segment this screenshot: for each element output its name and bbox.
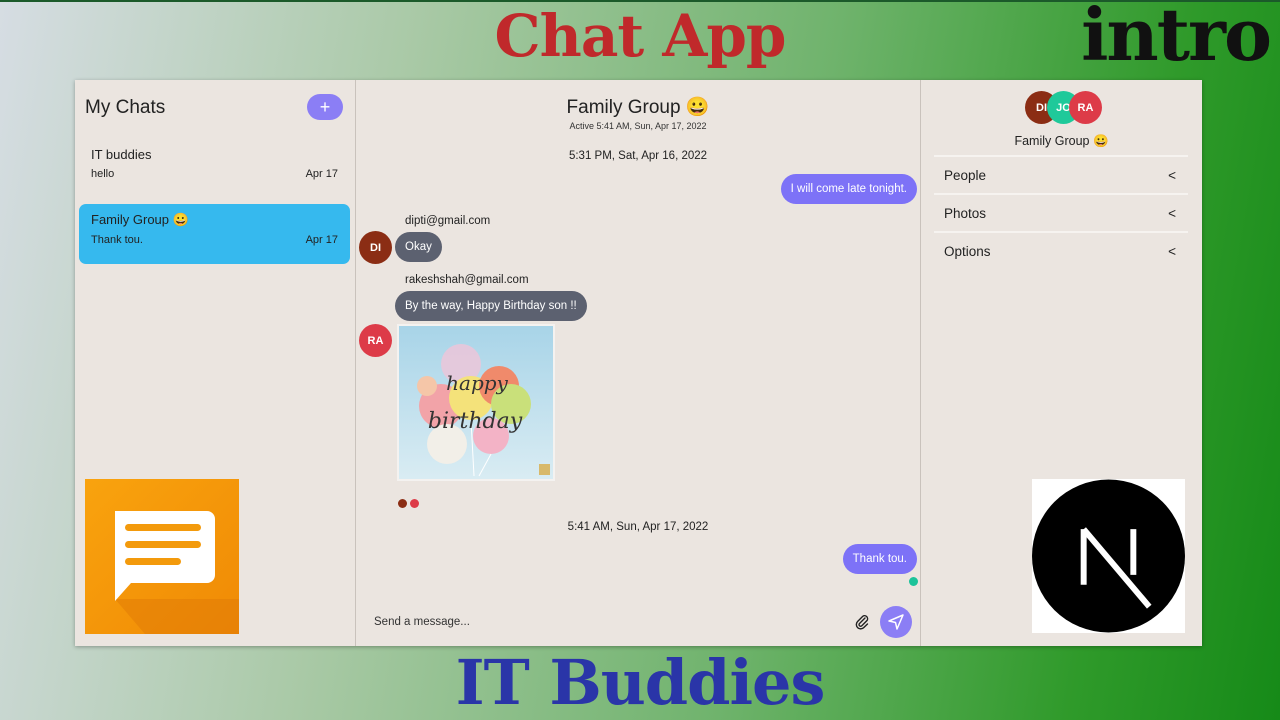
- conversation-status: Active 5:41 AM, Sun, Apr 17, 2022: [569, 121, 707, 131]
- menu-item-label: People: [944, 167, 987, 183]
- menu-item-label: Photos: [944, 205, 987, 221]
- chat-app-window: My Chats + IT buddies hello Apr 17 Famil…: [75, 80, 1202, 646]
- conversation-panel: Family Group 😀 Active 5:41 AM, Sun, Apr …: [356, 80, 921, 646]
- outgoing-message[interactable]: Thank tou.: [842, 544, 917, 574]
- date-separator: 5:31 PM, Sat, Apr 16, 2022: [568, 150, 708, 162]
- birthday-image[interactable]: happy birthday: [397, 324, 555, 481]
- incoming-message[interactable]: By the way, Happy Birthday son !!: [395, 291, 587, 321]
- group-details-menu: People < Photos < Options <: [934, 155, 1188, 269]
- group-details-panel: DI JO RA Family Group 😀 People < Photos …: [921, 80, 1202, 646]
- typing-dot: [398, 499, 407, 508]
- chat-item-it-buddies[interactable]: IT buddies hello Apr 17: [79, 139, 350, 199]
- date-separator: 5:41 AM, Sun, Apr 17, 2022: [567, 521, 709, 533]
- chat-list-header: My Chats +: [75, 80, 355, 120]
- chat-item-last-message: hello: [91, 168, 115, 180]
- chat-item-date: Apr 17: [305, 168, 338, 180]
- nextjs-logo: [1032, 479, 1185, 633]
- menu-item-options[interactable]: Options <: [934, 231, 1188, 269]
- typing-dot: [410, 499, 419, 508]
- chat-item-name: IT buddies: [91, 147, 152, 162]
- outgoing-message[interactable]: I will come late tonight.: [780, 174, 917, 204]
- chevron-left-icon: <: [1168, 167, 1176, 183]
- message-sender: dipti@gmail.com: [405, 215, 491, 227]
- message-composer: [356, 598, 920, 646]
- group-avatar-stack: DI JO RA: [1025, 91, 1105, 124]
- typing-indicator: [398, 499, 419, 508]
- image-text-birthday: birthday: [428, 409, 523, 434]
- my-chats-heading: My Chats: [85, 97, 166, 118]
- group-name: Family Group 😀: [1014, 134, 1109, 148]
- chat-item-date: Apr 17: [305, 234, 338, 246]
- chat-item-family-group[interactable]: Family Group 😀 Thank tou. Apr 17: [79, 204, 350, 264]
- message-input[interactable]: [374, 616, 854, 628]
- avatar[interactable]: RA: [359, 324, 392, 357]
- send-icon: [888, 614, 904, 630]
- image-text-happy: happy: [446, 371, 508, 395]
- chevron-left-icon: <: [1168, 205, 1176, 221]
- conversation-title: Family Group 😀: [566, 97, 710, 118]
- chevron-left-icon: <: [1168, 243, 1176, 259]
- new-chat-button[interactable]: +: [307, 94, 343, 120]
- paperclip-icon[interactable]: [854, 614, 870, 630]
- seen-indicator: [909, 577, 918, 586]
- menu-item-people[interactable]: People <: [934, 155, 1188, 193]
- chat-item-name: Family Group 😀: [91, 212, 189, 227]
- message-sender: rakeshshah@gmail.com: [405, 274, 529, 286]
- messages-app-logo: [85, 479, 239, 634]
- incoming-message[interactable]: Okay: [395, 232, 442, 262]
- overlay-intro-text: intro: [1081, 0, 1272, 77]
- menu-item-label: Options: [944, 243, 991, 259]
- chat-item-last-message: Thank tou.: [91, 234, 143, 246]
- chat-list-panel: My Chats + IT buddies hello Apr 17 Famil…: [75, 80, 356, 646]
- send-button[interactable]: [880, 606, 912, 638]
- overlay-subtitle: IT Buddies: [455, 646, 826, 719]
- avatar[interactable]: DI: [359, 231, 392, 264]
- menu-item-photos[interactable]: Photos <: [934, 193, 1188, 231]
- avatar[interactable]: RA: [1069, 91, 1102, 124]
